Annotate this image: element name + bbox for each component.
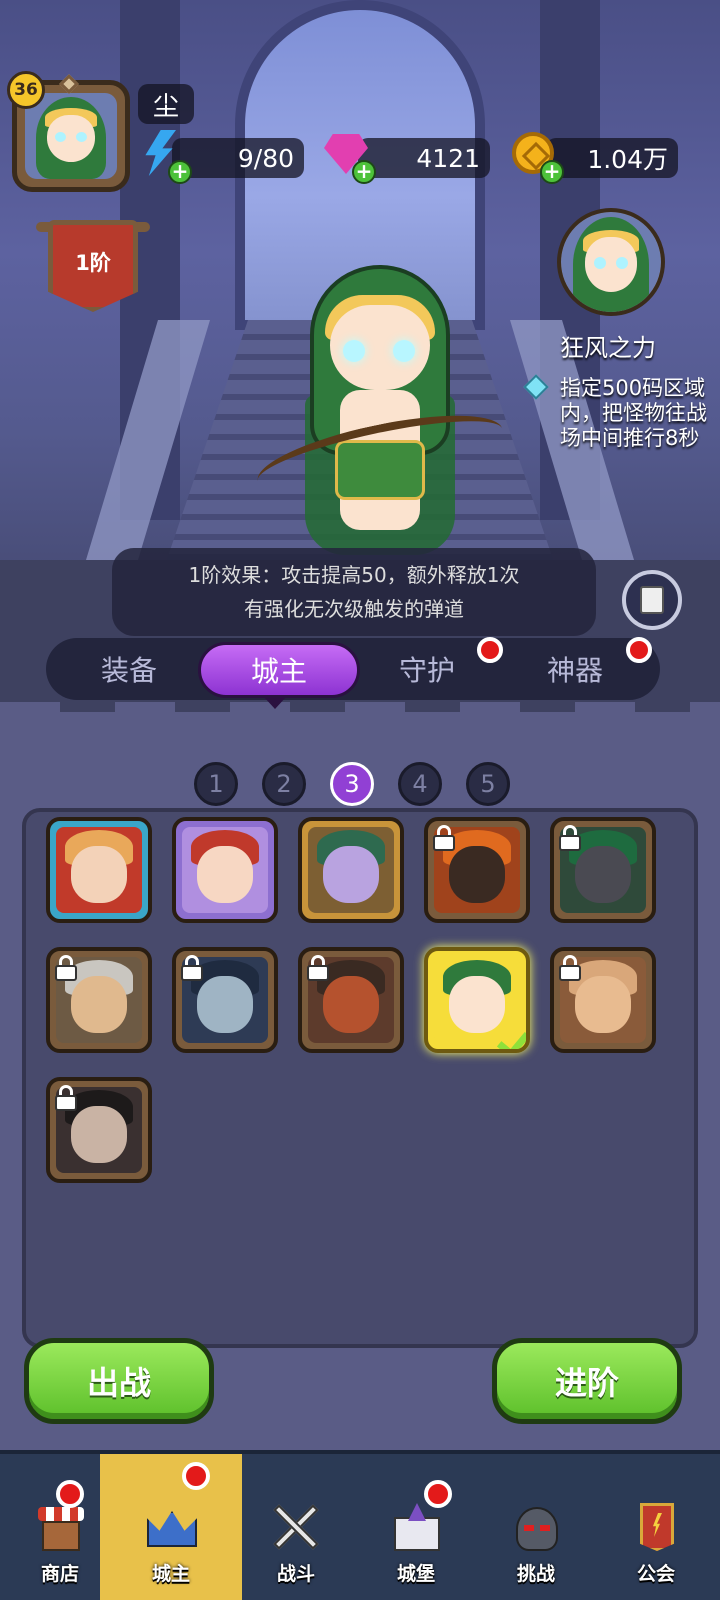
nav-castle-badge xyxy=(424,1480,452,1508)
hero-card-locked[interactable] xyxy=(172,947,278,1053)
advance-button[interactable]: 进阶 xyxy=(492,1338,682,1424)
nav-battle[interactable]: 战斗 xyxy=(236,1454,356,1600)
energy-add-button[interactable]: + xyxy=(136,128,192,184)
skill-name: 狂风之力 xyxy=(560,334,656,362)
crown-icon xyxy=(141,1499,201,1555)
effect-line-1: 1阶效果：攻击提高50，额外释放1次 xyxy=(188,563,520,587)
plus-icon: + xyxy=(352,160,376,184)
lock-icon xyxy=(54,1085,78,1111)
gem-counter: 4121 xyxy=(358,138,490,178)
hero-character-model[interactable] xyxy=(251,265,509,575)
shop-icon xyxy=(30,1499,90,1555)
hero-card-locked[interactable] xyxy=(550,947,656,1053)
lock-icon xyxy=(306,955,330,981)
scroll-icon xyxy=(640,586,664,614)
lock-icon xyxy=(180,955,204,981)
page-button-1[interactable]: 1 xyxy=(194,762,238,806)
gold-add-button[interactable]: + xyxy=(508,128,564,184)
battlement-decoration xyxy=(0,702,720,726)
deploy-button[interactable]: 出战 xyxy=(24,1338,214,1424)
hero-card-locked[interactable] xyxy=(424,817,530,923)
demon-helmet-icon xyxy=(506,1499,566,1555)
guild-banner-icon xyxy=(626,1499,686,1555)
hero-card-locked[interactable] xyxy=(46,947,152,1053)
effect-line-2: 有强化无次级触发的弹道 xyxy=(244,597,464,621)
skill-portrait[interactable] xyxy=(557,208,665,316)
hero-card-locked[interactable] xyxy=(46,1077,152,1183)
tab-lord[interactable]: 城主 xyxy=(198,642,360,709)
nav-challenge[interactable]: 挑战 xyxy=(476,1454,596,1600)
nav-label: 城堡 xyxy=(396,1563,435,1585)
crossed-swords-icon xyxy=(266,1499,326,1555)
player-name: 尘 xyxy=(138,84,194,124)
nav-label: 挑战 xyxy=(516,1563,555,1585)
scroll-info-button[interactable] xyxy=(622,570,682,630)
player-level-badge: 36 xyxy=(7,71,45,109)
nav-label: 商店 xyxy=(40,1563,79,1585)
hero-card[interactable] xyxy=(46,817,152,923)
plus-icon: + xyxy=(540,160,564,184)
tab-equipment[interactable]: 装备 xyxy=(54,640,204,698)
hero-card[interactable] xyxy=(172,817,278,923)
page-button-2[interactable]: 2 xyxy=(262,762,306,806)
tab-artifact-badge xyxy=(626,637,652,663)
nav-guild[interactable]: 公会 xyxy=(596,1454,716,1600)
plus-icon: + xyxy=(168,160,192,184)
nav-label: 城主 xyxy=(151,1563,190,1585)
lock-icon xyxy=(558,955,582,981)
hero-card-selected[interactable] xyxy=(424,947,530,1053)
skill-description: 指定500码区域内，把怪物往战场中间推行8秒 xyxy=(560,376,707,450)
hero-card-locked[interactable] xyxy=(550,817,656,923)
page-button-5[interactable]: 5 xyxy=(466,762,510,806)
lock-icon xyxy=(54,955,78,981)
checkmark-icon xyxy=(498,1027,526,1049)
page-button-4[interactable]: 4 xyxy=(398,762,442,806)
hero-card[interactable] xyxy=(298,817,404,923)
lock-icon xyxy=(558,825,582,851)
nav-shop-badge xyxy=(56,1480,84,1508)
gold-counter: 1.04万 xyxy=(546,138,678,178)
page-button-3[interactable]: 3 xyxy=(330,762,374,806)
nav-castle[interactable]: 城堡 xyxy=(356,1454,476,1600)
nav-lord[interactable]: 城主 xyxy=(100,1454,242,1600)
hero-card-locked[interactable] xyxy=(298,947,404,1053)
nav-lord-badge xyxy=(182,1462,210,1490)
rank-effect-box: 1阶效果：攻击提高50，额外释放1次 有强化无次级触发的弹道 xyxy=(112,548,596,636)
rank-label: 1阶 xyxy=(75,251,111,275)
lock-icon xyxy=(432,825,456,851)
gem-add-button[interactable]: + xyxy=(320,128,376,184)
nav-label: 战斗 xyxy=(276,1563,315,1585)
nav-label: 公会 xyxy=(636,1563,675,1585)
